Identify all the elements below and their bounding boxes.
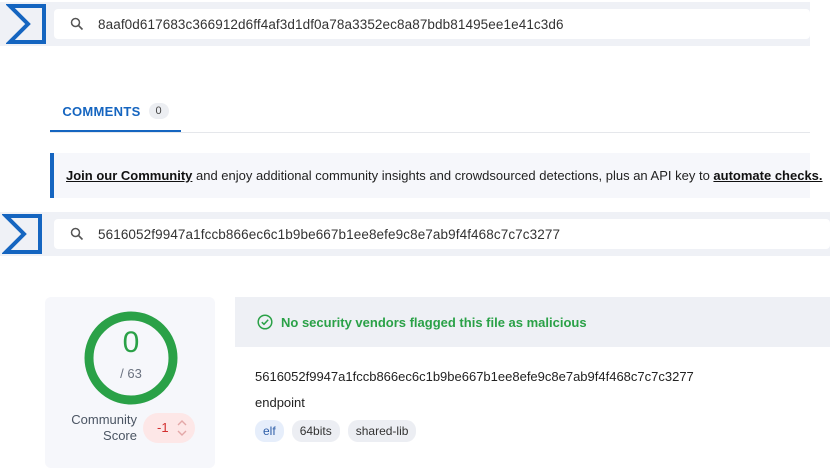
- verdict-message: No security vendors flagged this file as…: [281, 314, 587, 330]
- virustotal-logo-icon[interactable]: [2, 212, 46, 256]
- community-score-value: -1: [157, 420, 169, 435]
- vote-arrows-icon[interactable]: [177, 418, 187, 438]
- top-search-bar: 8aaf0d617683c366912d6ff4af3d1df0a78a3352…: [0, 2, 810, 46]
- second-search-bar: 5616052f9947a1fccb866ec6c1b9be667b1ee8ef…: [0, 212, 830, 256]
- check-circle-icon: [257, 314, 273, 330]
- tab-comments-label: COMMENTS: [62, 103, 141, 119]
- banner-text: and enjoy additional community insights …: [192, 168, 714, 183]
- community-score-vote[interactable]: -1: [143, 413, 195, 443]
- file-tags: elf 64bits shared-lib: [255, 420, 424, 442]
- detection-total: / 63: [120, 366, 142, 381]
- search-field[interactable]: 8aaf0d617683c366912d6ff4af3d1df0a78a3352…: [54, 9, 810, 39]
- tag-elf[interactable]: elf: [255, 420, 284, 442]
- search-input[interactable]: 8aaf0d617683c366912d6ff4af3d1df0a78a3352…: [98, 17, 564, 32]
- community-banner: Join our Community and enjoy additional …: [50, 153, 823, 198]
- tab-comments[interactable]: COMMENTS 0: [50, 92, 181, 132]
- detection-count: 0: [122, 326, 140, 359]
- file-info: 5616052f9947a1fccb866ec6c1b9be667b1ee8ef…: [235, 347, 830, 468]
- search-icon: [70, 227, 84, 241]
- community-label-line2: Score: [103, 428, 137, 443]
- detection-gauge: 0 / 63: [83, 310, 179, 406]
- join-community-link[interactable]: Join our Community: [66, 168, 192, 183]
- search-field[interactable]: 5616052f9947a1fccb866ec6c1b9be667b1ee8ef…: [54, 219, 830, 249]
- community-label-line1: Community: [71, 412, 137, 427]
- tag-64bits[interactable]: 64bits: [291, 420, 340, 442]
- tag-shared-lib[interactable]: shared-lib: [347, 420, 417, 442]
- tab-comments-count: 0: [148, 103, 169, 119]
- file-name: endpoint: [255, 395, 305, 410]
- detection-score-card: 0 / 63 Community Score -1: [45, 297, 215, 468]
- automate-checks-link[interactable]: automate checks.: [713, 168, 822, 183]
- search-input[interactable]: 5616052f9947a1fccb866ec6c1b9be667b1ee8ef…: [98, 227, 560, 242]
- community-score-label: Community Score: [65, 412, 137, 444]
- verdict-banner: No security vendors flagged this file as…: [235, 297, 830, 347]
- search-icon: [70, 17, 84, 31]
- file-hash: 5616052f9947a1fccb866ec6c1b9be667b1ee8ef…: [255, 369, 694, 384]
- tab-bar: COMMENTS 0: [50, 92, 810, 133]
- file-detail-panel: No security vendors flagged this file as…: [235, 297, 830, 468]
- virustotal-logo-icon[interactable]: [6, 2, 50, 46]
